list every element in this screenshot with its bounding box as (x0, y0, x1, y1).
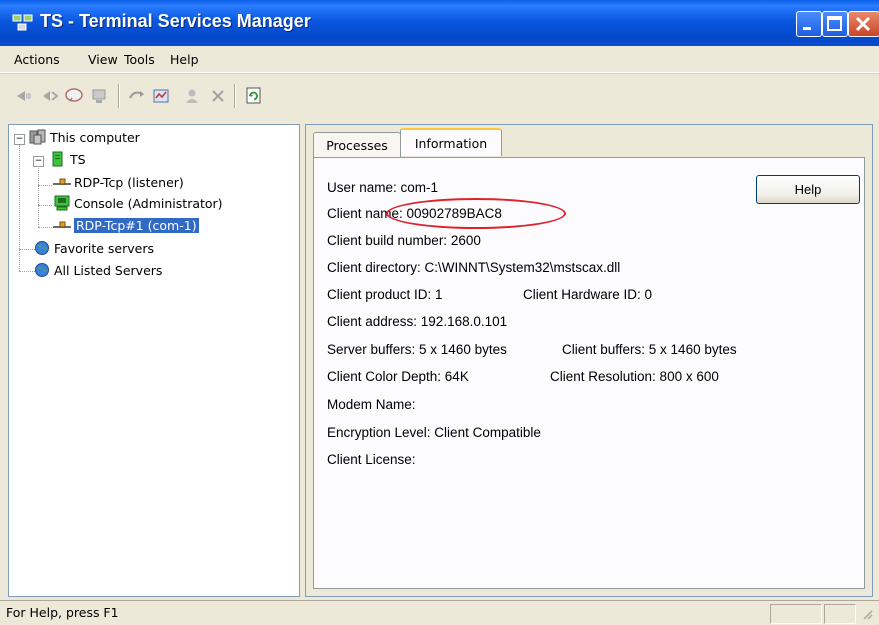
status-panel (824, 604, 856, 624)
client-address-text: Client address: 192.168.0.101 (327, 314, 508, 329)
resize-grip-icon[interactable] (860, 607, 874, 621)
modem-name-text: Modem Name: (327, 397, 416, 412)
connect-icon[interactable] (40, 87, 60, 105)
status-bar: For Help, press F1 (0, 600, 879, 625)
tree-label: Favorite servers (54, 240, 155, 256)
tree-line (38, 185, 52, 187)
tab-information[interactable]: Information (400, 128, 502, 156)
close-button[interactable] (848, 11, 879, 37)
tree-line (38, 161, 40, 227)
toolbar-separator (234, 84, 236, 108)
computer-icon (29, 129, 47, 145)
tab-processes[interactable]: Processes (313, 132, 401, 157)
tree-node-this-computer[interactable]: This computer (29, 129, 140, 145)
client-name-highlight (386, 198, 566, 229)
user-name-text: User name: com-1 (327, 180, 439, 195)
message-icon[interactable] (64, 87, 84, 105)
encryption-level-text: Encryption Level: Client Compatible (327, 425, 541, 440)
menu-actions[interactable]: Actions (14, 52, 60, 67)
client-license-text: Client License: (327, 452, 416, 467)
help-button-label: Help (794, 182, 822, 197)
tree-node-favorite-servers[interactable]: Favorite servers (33, 240, 154, 256)
tree-label: TS (70, 151, 86, 167)
menu-help[interactable]: Help (170, 52, 199, 67)
close-icon (855, 16, 871, 32)
maximize-icon (827, 16, 842, 31)
window-title: TS - Terminal Services Manager (40, 11, 311, 31)
server-tree[interactable]: − This computer − TS RDP-Tcp (listener) … (8, 124, 300, 597)
menu-tools[interactable]: Tools (124, 52, 155, 67)
refresh-icon[interactable] (244, 87, 264, 105)
reset-icon[interactable] (128, 87, 148, 105)
maximize-button[interactable] (822, 11, 848, 37)
toolbar (0, 73, 879, 119)
title-bar: TS - Terminal Services Manager (0, 0, 879, 46)
status-text: For Help, press F1 (6, 605, 119, 620)
tree-node-all-listed-servers[interactable]: All Listed Servers (33, 262, 162, 278)
status-icon[interactable] (152, 87, 172, 105)
end-process-icon[interactable] (208, 87, 228, 105)
globe-icon (33, 262, 51, 278)
logoff-icon[interactable] (182, 87, 202, 105)
help-button[interactable]: Help (756, 175, 860, 204)
network-session-icon (53, 174, 71, 190)
tree-label: RDP-Tcp (listener) (74, 174, 184, 190)
tree-line (19, 145, 21, 271)
status-panel (770, 604, 822, 624)
client-build-text: Client build number: 2600 (327, 233, 481, 248)
tree-label: Console (Administrator) (74, 195, 223, 211)
tab-label: Processes (326, 137, 388, 153)
tree-node-session-rdp-tcp-1[interactable]: RDP-Tcp#1 (com-1) (53, 216, 200, 234)
network-session-icon (53, 217, 71, 233)
server-buffers-text: Server buffers: 5 x 1460 bytes (327, 342, 507, 357)
tree-line (38, 205, 52, 207)
toolbar-separator (118, 84, 120, 108)
tree-node-ts-server[interactable]: TS (49, 151, 86, 167)
send-message-icon[interactable] (14, 87, 34, 105)
tab-label: Information (414, 135, 488, 151)
minimize-icon (803, 27, 811, 30)
collapse-icon[interactable]: − (33, 156, 44, 167)
globe-icon (33, 240, 51, 256)
client-resolution-text: Client Resolution: 800 x 600 (550, 369, 719, 384)
terminal-services-app-icon (12, 14, 34, 32)
tree-label-selected: RDP-Tcp#1 (com-1) (73, 216, 200, 234)
client-directory-text: Client directory: C:\WINNT\System32\msts… (327, 260, 621, 275)
collapse-icon[interactable]: − (14, 134, 25, 145)
client-hardware-id-text: Client Hardware ID: 0 (523, 287, 653, 302)
server-icon (49, 151, 67, 167)
minimize-button[interactable] (796, 11, 822, 37)
client-buffers-text: Client buffers: 5 x 1460 bytes (562, 342, 737, 357)
tree-node-session-console[interactable]: Console (Administrator) (53, 195, 223, 211)
menu-bar: Actions View Tools Help (0, 46, 879, 73)
tree-line (38, 227, 52, 229)
menu-view[interactable]: View (88, 52, 118, 67)
client-product-id-text: Client product ID: 1 (327, 287, 443, 302)
tree-label: All Listed Servers (54, 262, 163, 278)
tree-node-session-listener[interactable]: RDP-Tcp (listener) (53, 174, 184, 190)
disconnect-icon[interactable] (90, 87, 110, 105)
tree-label: This computer (50, 129, 140, 145)
console-monitor-icon (53, 195, 71, 211)
client-color-depth-text: Client Color Depth: 64K (327, 369, 469, 384)
